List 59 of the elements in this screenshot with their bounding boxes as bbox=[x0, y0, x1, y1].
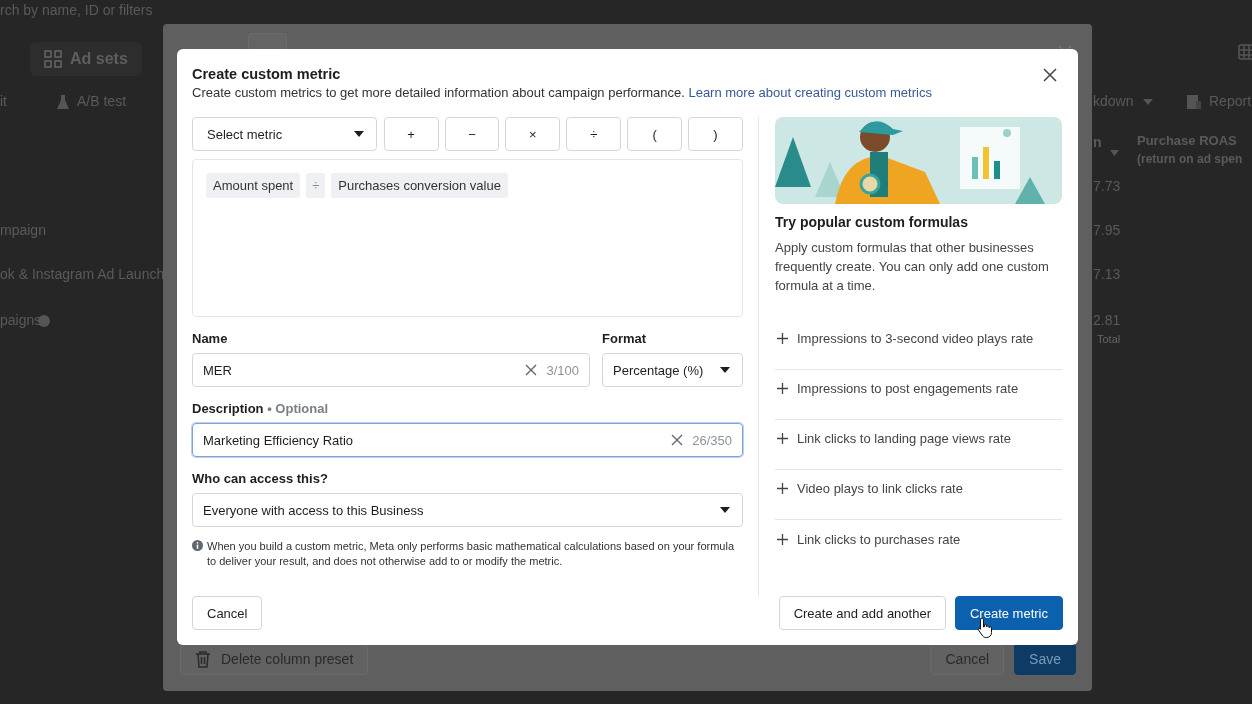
access-dropdown[interactable]: Everyone with access to this Business bbox=[192, 493, 743, 527]
separator-dot: • bbox=[267, 401, 272, 416]
formula-area[interactable]: Amount spent ÷ Purchases conversion value bbox=[192, 159, 743, 317]
clear-icon[interactable] bbox=[671, 434, 684, 446]
clear-icon[interactable] bbox=[525, 364, 538, 376]
field-label: Who can access this? bbox=[192, 471, 329, 487]
plus-icon bbox=[777, 333, 788, 344]
plus-icon bbox=[777, 383, 788, 394]
description-field[interactable]: Marketing Efficiency Ratio 26/350 bbox=[192, 423, 743, 457]
save-button[interactable]: Save bbox=[1014, 643, 1076, 675]
operator-button[interactable]: ) bbox=[688, 117, 743, 151]
optional-label: Optional bbox=[275, 401, 329, 416]
table-icon bbox=[1238, 44, 1252, 60]
learn-more-link[interactable]: Learn more about creating custom metrics bbox=[688, 85, 932, 100]
total-label: Total bbox=[1097, 333, 1121, 345]
info-icon bbox=[192, 540, 203, 551]
caret-icon bbox=[720, 367, 730, 373]
operator-button[interactable]: × bbox=[505, 117, 561, 151]
flask-icon bbox=[56, 94, 70, 110]
operator-button[interactable]: ÷ bbox=[566, 117, 622, 151]
character-counter: 3/100 bbox=[546, 362, 579, 378]
dialog-title: Create custom metric bbox=[192, 65, 342, 83]
formula-suggestion[interactable]: Video plays to link clicks rate bbox=[775, 470, 1062, 520]
format-dropdown[interactable]: Percentage (%) bbox=[602, 353, 743, 387]
sort-icon bbox=[1110, 150, 1119, 156]
metric-chip[interactable]: Amount spent bbox=[206, 173, 301, 198]
report-icon bbox=[1186, 94, 1202, 110]
field-label: Format bbox=[602, 331, 648, 347]
create-and-add-button[interactable]: Create and add another bbox=[778, 596, 946, 630]
info-icon bbox=[38, 315, 50, 327]
close-icon[interactable] bbox=[1043, 68, 1057, 82]
field-label: Description bbox=[192, 401, 264, 416]
formula-suggestion[interactable]: Impressions to post engagements rate bbox=[775, 370, 1062, 420]
select-metric-dropdown[interactable]: Select metric bbox=[192, 117, 377, 151]
operator-button[interactable]: + bbox=[383, 117, 439, 151]
caret-icon bbox=[353, 131, 364, 137]
trash-icon bbox=[195, 650, 211, 668]
caret-icon bbox=[1143, 99, 1153, 105]
name-field[interactable]: MER 3/100 bbox=[192, 353, 590, 387]
plus-icon bbox=[777, 483, 788, 494]
hand-cursor-icon bbox=[977, 617, 995, 639]
create-metric-button[interactable]: Create metric bbox=[954, 596, 1063, 630]
info-note: When you build a custom metric, Meta only performs basic mathematical calculations based on your formula to deliver your result, and does not otherwise add to or modify the metric. bbox=[207, 539, 735, 569]
operator-button[interactable]: ( bbox=[627, 117, 683, 151]
formula-suggestion[interactable]: Impressions to 3-second video plays rate bbox=[775, 320, 1062, 370]
field-label: Name bbox=[192, 331, 229, 347]
cancel-button[interactable]: Cancel bbox=[192, 596, 263, 630]
caret-icon bbox=[720, 507, 730, 513]
plus-icon bbox=[777, 533, 788, 545]
formula-suggestion[interactable]: Link clicks to purchases rate bbox=[775, 520, 1062, 570]
metric-chip[interactable]: Purchases conversion value bbox=[331, 173, 508, 198]
plus-icon bbox=[777, 433, 788, 444]
character-counter: 26/350 bbox=[692, 432, 732, 448]
dialog-subtitle: Create custom metrics to get more detailed information about campaign performance. bbox=[192, 85, 685, 100]
operator-button[interactable]: − bbox=[444, 117, 500, 151]
section-title: Try popular custom formulas bbox=[775, 214, 969, 230]
grid-icon bbox=[44, 50, 62, 68]
section-description: Apply custom formulas that other businesses frequently create. You can only add one custom formula at a time. bbox=[775, 239, 1050, 295]
formula-suggestion[interactable]: Link clicks to landing page views rate bbox=[775, 420, 1062, 470]
